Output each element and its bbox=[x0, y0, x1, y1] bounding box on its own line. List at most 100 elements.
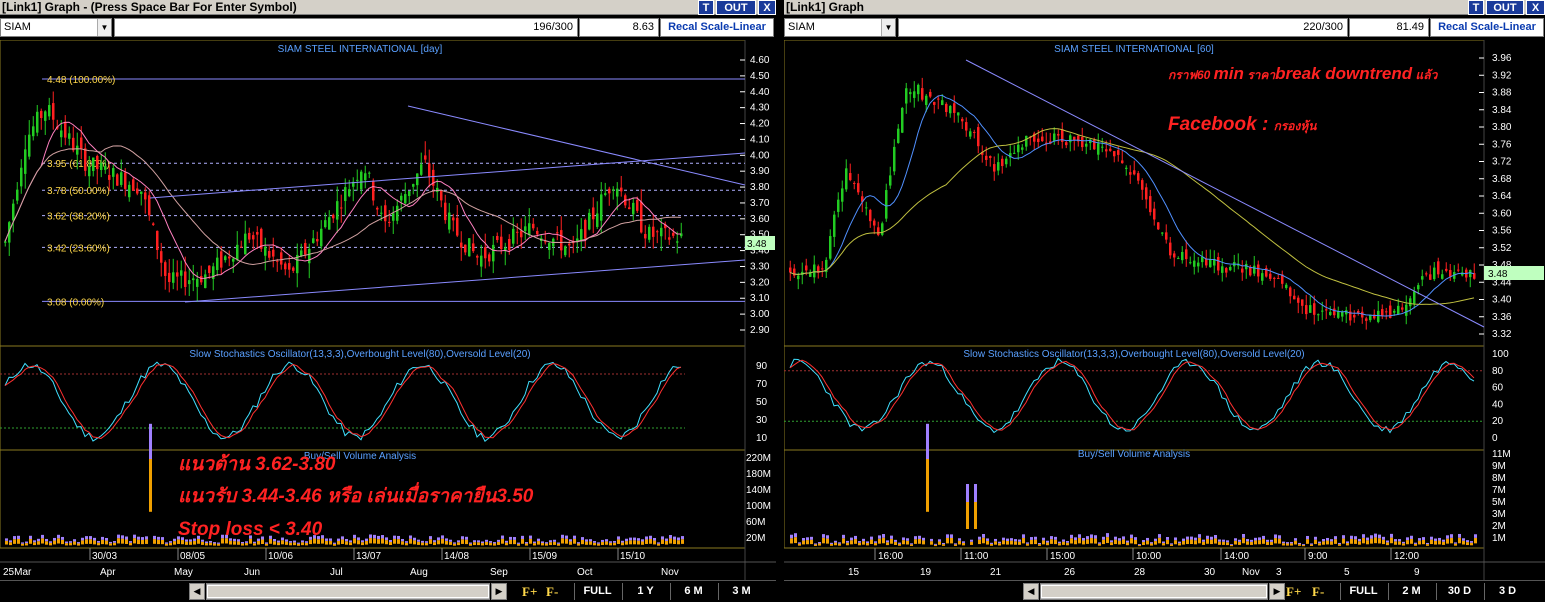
candle bbox=[108, 175, 111, 180]
candle bbox=[1005, 158, 1008, 165]
candle bbox=[248, 232, 251, 240]
volume-buy bbox=[1214, 538, 1217, 544]
right-period-full[interactable]: FULL bbox=[1340, 583, 1386, 600]
right-scroll-left-icon[interactable]: ◀ bbox=[1023, 583, 1039, 600]
right-period-30d[interactable]: 30 D bbox=[1436, 583, 1482, 600]
candle bbox=[1289, 287, 1292, 297]
candle bbox=[953, 103, 956, 113]
volume-sell bbox=[213, 542, 216, 544]
right-period-2m[interactable]: 2 M bbox=[1388, 583, 1434, 600]
left-date-label: 08/05 bbox=[180, 551, 205, 562]
volume-buy bbox=[281, 540, 284, 545]
volume-sell bbox=[842, 534, 845, 539]
volume-sell bbox=[677, 537, 680, 541]
chevron-down-icon[interactable]: ▼ bbox=[97, 19, 111, 36]
volume-buy bbox=[497, 541, 500, 545]
right-scroll-thumb[interactable] bbox=[1041, 585, 1267, 598]
candle bbox=[1081, 136, 1084, 148]
right-font-increase-button[interactable]: F+ bbox=[1286, 583, 1301, 600]
volume-sell bbox=[509, 536, 512, 540]
left-period-3m[interactable]: 3 M bbox=[718, 583, 764, 600]
volume-sell bbox=[329, 538, 332, 541]
left-title-bar[interactable]: [Link1] Graph - (Press Space Bar For Ent… bbox=[0, 0, 776, 15]
right-t-button[interactable]: T bbox=[1468, 0, 1484, 15]
left-scroll-thumb[interactable] bbox=[207, 585, 489, 598]
volume-buy bbox=[1098, 543, 1101, 546]
volume-sell bbox=[838, 542, 841, 544]
left-symbol-select[interactable]: SIAM ▼ bbox=[0, 18, 112, 37]
volume-buy bbox=[465, 539, 468, 545]
volume-buy bbox=[665, 540, 668, 545]
left-out-button[interactable]: OUT bbox=[716, 0, 756, 15]
volume-sell bbox=[922, 537, 925, 541]
volume-sell bbox=[1430, 536, 1433, 540]
volume-sell bbox=[1110, 540, 1113, 543]
volume-buy bbox=[65, 543, 68, 546]
left-period-full[interactable]: FULL bbox=[574, 583, 620, 600]
right-scrollbar[interactable] bbox=[1040, 583, 1268, 600]
volume-buy bbox=[177, 539, 180, 544]
volume-sell bbox=[665, 538, 668, 541]
volume-sell bbox=[97, 540, 100, 543]
right-font-decrease-button[interactable]: F- bbox=[1312, 583, 1324, 600]
volume-buy bbox=[677, 540, 680, 545]
volume-sell bbox=[125, 536, 128, 540]
right-out-button[interactable]: OUT bbox=[1486, 0, 1524, 15]
volume-buy bbox=[822, 537, 825, 544]
volume-sell bbox=[1474, 534, 1477, 538]
volume-sell bbox=[966, 484, 969, 502]
chevron-down-icon[interactable]: ▼ bbox=[881, 19, 895, 36]
left-stoch-tick-label: 10 bbox=[756, 433, 768, 444]
right-stoch-tick-label: 0 bbox=[1492, 433, 1498, 444]
volume-sell bbox=[1362, 534, 1365, 538]
right-period-3d[interactable]: 3 D bbox=[1484, 583, 1530, 600]
volume-buy bbox=[53, 540, 56, 545]
volume-buy bbox=[810, 539, 813, 545]
left-scrollbar[interactable] bbox=[206, 583, 490, 600]
left-price-tick-label: 3.10 bbox=[750, 293, 770, 304]
left-period-1y[interactable]: 1 Y bbox=[622, 583, 668, 600]
volume-buy bbox=[609, 542, 612, 546]
left-scroll-right-icon[interactable]: ▶ bbox=[491, 583, 507, 600]
right-chart-area[interactable]: SIAM STEEL INTERNATIONAL [60] 3.96 3.92 3.… bbox=[784, 40, 1545, 580]
candle bbox=[913, 91, 916, 98]
candle bbox=[1405, 304, 1408, 316]
volume-sell bbox=[529, 535, 532, 539]
right-close-button[interactable]: X bbox=[1526, 0, 1545, 15]
volume-sell bbox=[1094, 535, 1097, 539]
candle bbox=[112, 168, 115, 177]
volume-sell bbox=[982, 534, 985, 538]
right-scroll-right-icon[interactable]: ▶ bbox=[1269, 583, 1285, 600]
volume-sell bbox=[1374, 533, 1377, 538]
candle bbox=[985, 155, 988, 160]
volume-buy bbox=[878, 538, 881, 544]
right-recal-scale-button[interactable]: Recal Scale-Linear bbox=[1430, 18, 1544, 37]
volume-buy bbox=[870, 539, 873, 545]
volume-sell bbox=[866, 541, 869, 543]
volume-sell bbox=[469, 542, 472, 544]
volume-buy bbox=[1202, 541, 1205, 545]
left-font-decrease-button[interactable]: F- bbox=[546, 583, 558, 600]
left-t-button[interactable]: T bbox=[698, 0, 714, 15]
volume-sell bbox=[1114, 536, 1117, 540]
volume-buy bbox=[826, 538, 829, 544]
left-font-increase-button[interactable]: F+ bbox=[522, 583, 537, 600]
volume-buy bbox=[894, 541, 897, 545]
left-chart-area[interactable]: SIAM STEEL INTERNATIONAL [day] 4.48 (100… bbox=[0, 40, 776, 580]
volume-buy bbox=[982, 537, 985, 544]
left-period-6m[interactable]: 6 M bbox=[670, 583, 716, 600]
volume-buy bbox=[473, 542, 476, 546]
right-price-tick-label: 3.52 bbox=[1492, 243, 1512, 254]
left-recal-scale-button[interactable]: Recal Scale-Linear bbox=[660, 18, 774, 37]
right-title-bar[interactable]: [Link1] Graph bbox=[784, 0, 1545, 15]
left-close-button[interactable]: X bbox=[758, 0, 776, 15]
volume-buy bbox=[1354, 539, 1357, 544]
candle bbox=[524, 226, 527, 231]
candle bbox=[208, 265, 211, 273]
volume-sell bbox=[409, 535, 412, 539]
volume-buy bbox=[1210, 539, 1213, 545]
candle bbox=[1437, 261, 1440, 275]
volume-buy bbox=[237, 541, 240, 545]
right-symbol-select[interactable]: SIAM ▼ bbox=[784, 18, 896, 37]
left-scroll-left-icon[interactable]: ◀ bbox=[189, 583, 205, 600]
